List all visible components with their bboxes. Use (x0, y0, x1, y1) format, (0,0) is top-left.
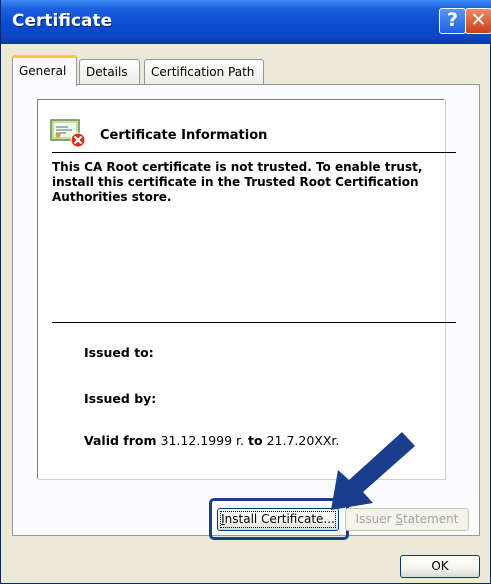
issuer-statement-button: Issuer Statement (345, 508, 469, 531)
tab-certification-path[interactable]: Certification Path (144, 59, 264, 85)
divider (52, 152, 456, 153)
general-tab-panel: Certificate Information This CA Root cer… (12, 84, 480, 536)
valid-to-label: to (248, 433, 263, 448)
divider (52, 322, 456, 323)
install-certificate-button[interactable]: Install Certificate... (217, 508, 339, 531)
certificate-info-box: Certificate Information This CA Root cer… (37, 99, 456, 479)
title-bar[interactable]: Certificate ? ✕ (1, 0, 491, 44)
trust-warning-text: This CA Root certificate is not trusted.… (52, 160, 423, 204)
close-button[interactable]: ✕ (465, 8, 491, 34)
tab-details[interactable]: Details (79, 59, 140, 85)
ok-button[interactable]: OK (400, 555, 480, 578)
certificate-info-heading: Certificate Information (100, 128, 268, 143)
help-icon: ? (446, 9, 459, 31)
issuer-button-label: Issuer (355, 512, 396, 526)
valid-from-value: 31.12.1999 r. (160, 433, 245, 448)
issued-to-label: Issued to: (84, 345, 154, 360)
certificate-dialog: Certificate ? ✕ General Details Certific… (0, 0, 491, 584)
valid-to-value: 21.7.20XXr. (266, 433, 340, 448)
help-button[interactable]: ? (439, 8, 466, 34)
window-title: Certificate (12, 11, 113, 31)
issuer-button-label-rest: tatement (402, 512, 459, 526)
certificate-error-icon (50, 119, 86, 148)
validity-row: Valid from 31.12.1999 r. to 21.7.20XXr. (84, 433, 339, 448)
install-button-label: nstall Certificate... (224, 512, 335, 526)
tab-general[interactable]: General (12, 55, 77, 86)
issuer-access-key: S (395, 512, 403, 526)
close-icon: ✕ (470, 9, 487, 31)
issued-by-label: Issued by: (84, 391, 157, 406)
valid-from-label: Valid from (84, 433, 157, 448)
